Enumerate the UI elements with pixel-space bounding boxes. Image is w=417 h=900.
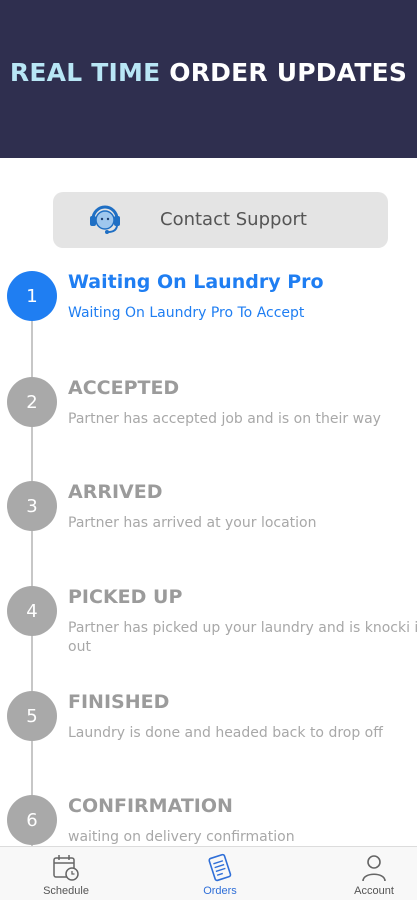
status-step-accepted: 2 ACCEPTED Partner has accepted job and … <box>0 377 417 467</box>
order-status-panel: Contact Support 1 Waiting On Laundry Pro… <box>0 158 417 846</box>
promo-banner: REAL TIME ORDER UPDATES <box>0 0 417 158</box>
headset-support-icon <box>90 205 120 234</box>
step-number-badge: 2 <box>7 377 57 427</box>
tab-label: Orders <box>203 885 237 897</box>
step-number-badge: 6 <box>7 795 57 845</box>
status-step-arrived: 3 ARRIVED Partner has arrived at your lo… <box>0 481 417 571</box>
step-title: FINISHED <box>68 691 170 713</box>
step-description: Partner has accepted job and is on their… <box>68 411 381 427</box>
tab-account[interactable]: Account <box>314 847 417 900</box>
orders-list-icon <box>208 853 232 882</box>
tab-label: Schedule <box>43 885 89 897</box>
tab-label: Account <box>354 885 394 897</box>
banner-title: REAL TIME ORDER UPDATES <box>10 58 407 87</box>
tab-schedule[interactable]: Schedule <box>6 847 126 900</box>
status-step-confirmation: 6 CONFIRMATION waiting on delivery confi… <box>0 795 417 846</box>
contact-support-label: Contact Support <box>160 209 307 230</box>
bottom-tab-bar: Schedule Orders Account <box>0 846 417 900</box>
step-description: Partner has arrived at your location <box>68 515 317 531</box>
person-icon <box>362 855 386 882</box>
step-title: ARRIVED <box>68 481 163 503</box>
step-description: waiting on delivery confirmation <box>68 829 295 845</box>
step-number-badge: 1 <box>7 271 57 321</box>
status-step-waiting: 1 Waiting On Laundry Pro Waiting On Laun… <box>0 271 417 361</box>
step-description: Waiting On Laundry Pro To Accept <box>68 305 305 321</box>
step-title: ACCEPTED <box>68 377 180 399</box>
banner-title-rest: ORDER UPDATES <box>160 57 408 87</box>
status-step-finished: 5 FINISHED Laundry is done and headed ba… <box>0 691 417 781</box>
status-step-picked-up: 4 PICKED UP Partner has picked up your l… <box>0 586 417 676</box>
contact-support-button[interactable]: Contact Support <box>53 192 388 248</box>
banner-title-highlight: REAL TIME <box>9 57 161 87</box>
tab-orders[interactable]: Orders <box>160 847 280 900</box>
step-description: Laundry is done and headed back to drop … <box>68 725 383 741</box>
step-number-badge: 4 <box>7 586 57 636</box>
calendar-clock-icon <box>53 855 79 881</box>
step-number-badge: 5 <box>7 691 57 741</box>
step-description: Partner has picked up your laundry and i… <box>68 620 417 655</box>
step-title: CONFIRMATION <box>68 795 233 817</box>
step-number-badge: 3 <box>7 481 57 531</box>
step-title: Waiting On Laundry Pro <box>68 271 324 293</box>
step-title: PICKED UP <box>68 586 183 608</box>
